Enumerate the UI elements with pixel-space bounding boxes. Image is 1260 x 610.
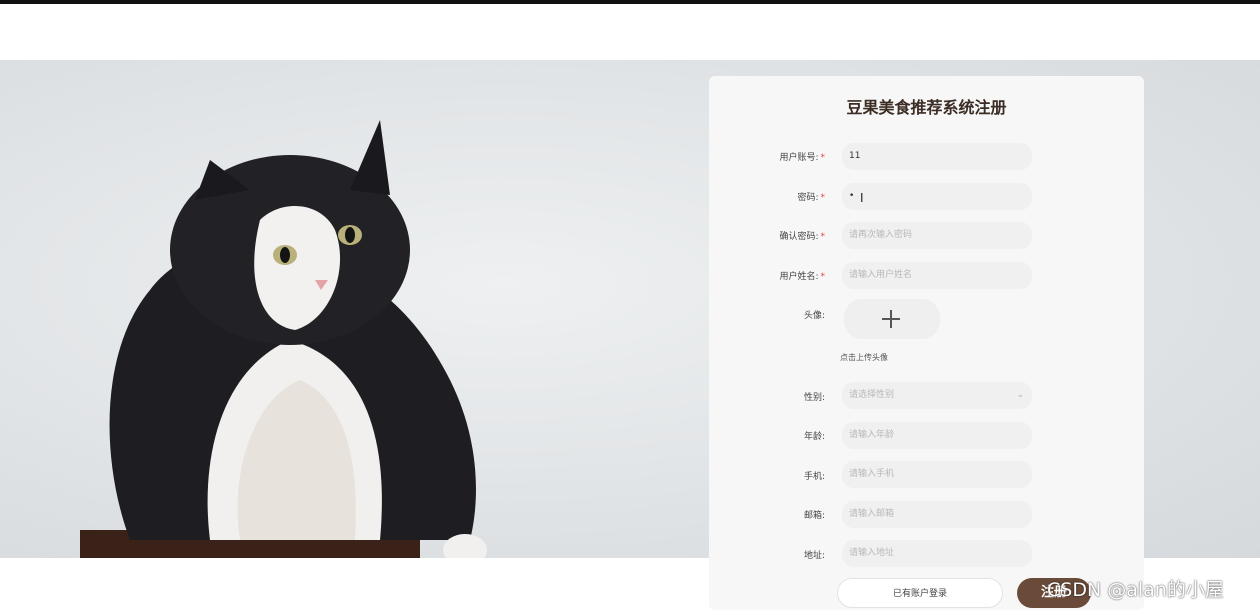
gender-label: 性别: — [803, 393, 825, 403]
age-label: 年龄: — [803, 432, 825, 442]
password-label: 密码: * — [797, 193, 825, 203]
email-input[interactable]: 请输入邮箱 — [842, 501, 1032, 528]
footer-area — [0, 558, 709, 610]
username-label: 用户姓名: * — [779, 272, 825, 282]
avatar-upload-button[interactable] — [844, 299, 940, 339]
email-label: 邮箱: — [803, 511, 825, 521]
page-title: 豆果美食推荐系统注册 — [846, 98, 1007, 117]
login-link-button[interactable]: 已有账户登录 — [837, 578, 1003, 608]
top-border — [0, 0, 1260, 4]
cat-photo — [80, 120, 487, 558]
watermark: CSDN @alan的小屋 — [1047, 579, 1224, 601]
chevron-down-icon: ⌄ — [1016, 390, 1024, 400]
password-input[interactable]: • — [842, 183, 1032, 210]
address-label: 地址: — [803, 551, 825, 561]
avatar-upload-hint: 点击上传头像 — [840, 353, 888, 362]
phone-input[interactable]: 请输入手机 — [842, 461, 1032, 488]
text-cursor-icon: I — [860, 191, 864, 205]
username-input[interactable]: 请输入用户姓名 — [842, 262, 1032, 289]
register-panel: 豆果美食推荐系统注册 用户账号: * 11 密码: * • 确认密码: * 请再次输入… — [709, 76, 1144, 610]
gender-select-placeholder: 请选择性别 — [849, 390, 895, 400]
account-label: 用户账号: * — [779, 153, 825, 163]
avatar-label: 头像: — [803, 311, 825, 321]
address-input[interactable]: 请输入地址 — [842, 540, 1032, 567]
confirm-password-input[interactable]: 请再次输入密码 — [842, 222, 1032, 249]
account-input[interactable]: 11 — [842, 143, 1032, 170]
age-input[interactable]: 请输入年龄 — [842, 422, 1032, 449]
gender-select[interactable]: 请选择性别 ⌄ — [842, 382, 1032, 409]
phone-label: 手机: — [803, 472, 825, 482]
confirm-password-label: 确认密码: * — [779, 232, 825, 242]
